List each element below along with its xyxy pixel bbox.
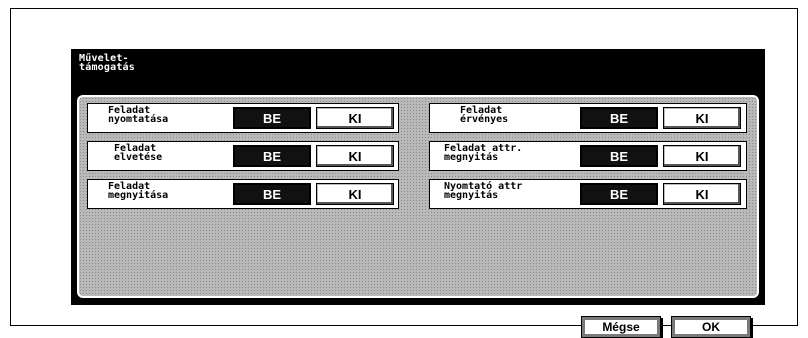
on-button[interactable]: BE [233, 107, 311, 129]
off-button[interactable]: KI [316, 183, 394, 205]
off-button[interactable]: KI [316, 145, 394, 167]
ok-button[interactable]: OK [671, 316, 751, 338]
setting-row-printer-attr-open: Nyomtató attr megnyitás BE KI [429, 179, 747, 209]
on-button[interactable]: BE [233, 145, 311, 167]
off-button[interactable]: KI [316, 107, 394, 129]
setting-row-job-valid: Feladat érvényes BE KI [429, 103, 747, 133]
off-button[interactable]: KI [663, 107, 741, 129]
setting-row-print-job: Feladat nyomtatása BE KI [87, 103, 399, 133]
on-button[interactable]: BE [233, 183, 311, 205]
on-button[interactable]: BE [580, 145, 658, 167]
off-button[interactable]: KI [663, 183, 741, 205]
screen-title: Művelet- támogatás [79, 53, 135, 73]
off-button[interactable]: KI [663, 145, 741, 167]
setting-label: Feladat attr. megnyitás [444, 143, 523, 163]
on-button[interactable]: BE [580, 183, 658, 205]
setting-label: Feladat érvényes [460, 105, 509, 125]
document-frame: Művelet- támogatás Feladat nyomtatása BE… [10, 8, 798, 338]
control-panel-screen: Művelet- támogatás Feladat nyomtatása BE… [71, 49, 765, 338]
setting-label: Nyomtató attr megnyitás [444, 181, 523, 201]
setting-row-job-attr-open: Feladat attr. megnyitás BE KI [429, 141, 747, 171]
on-button[interactable]: BE [580, 107, 658, 129]
setting-label: Feladat nyomtatása [108, 105, 169, 125]
settings-panel: Feladat nyomtatása BE KI Feladat elvetés… [77, 95, 759, 338]
cancel-button[interactable]: Mégse [581, 316, 661, 338]
setting-row-open-job: Feladat megnyitása BE KI [87, 179, 399, 209]
setting-label: Feladat megnyitása [108, 181, 169, 201]
setting-row-discard-job: Feladat elvetése BE KI [87, 141, 399, 171]
